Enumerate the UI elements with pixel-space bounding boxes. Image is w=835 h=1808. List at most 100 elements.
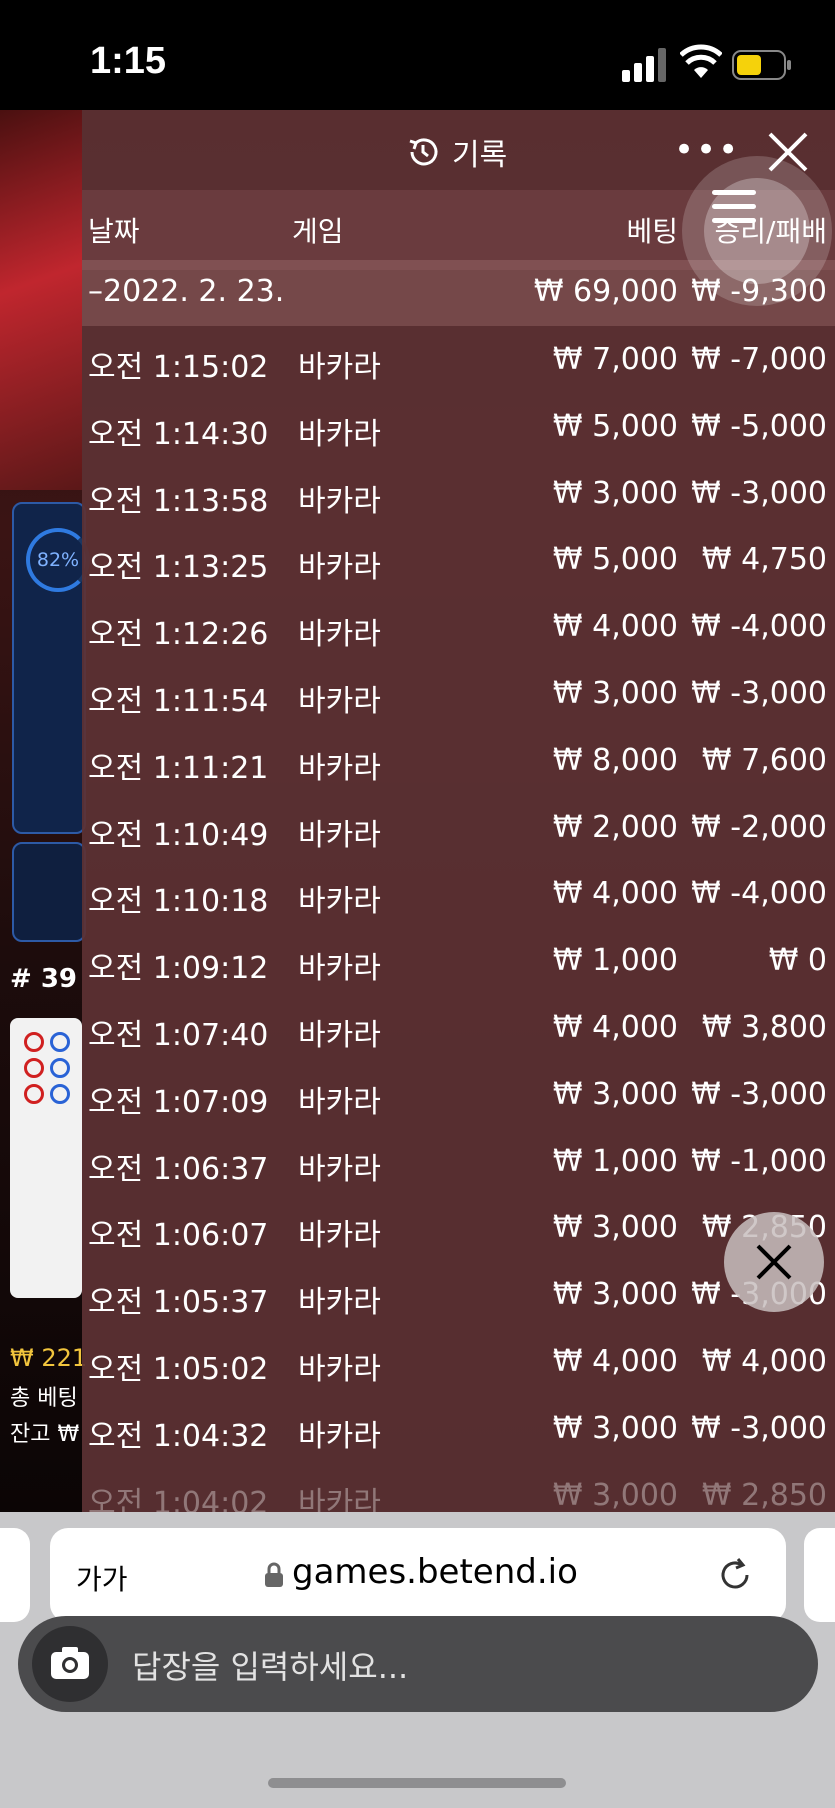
row-bet: ₩ 5,000 — [552, 408, 678, 444]
row-bet: ₩ 5,000 — [552, 542, 678, 578]
reply-input[interactable]: 답장을 입력하세요... — [18, 1616, 818, 1712]
bet-spot[interactable] — [12, 842, 86, 942]
history-title: 기록 — [406, 130, 507, 174]
row-result: ₩ -1,000 — [691, 1143, 827, 1179]
history-row[interactable]: 오전 1:04:02 바카라 ₩ 3,000 ₩ 2,850 — [82, 1462, 835, 1512]
row-game: 바카라 — [298, 550, 381, 586]
row-game: 바카라 — [298, 483, 381, 519]
row-result: ₩ 7,600 — [701, 742, 827, 778]
row-time: 오전 1:13:58 — [88, 483, 269, 519]
row-bet: ₩ 3,000 — [552, 1277, 678, 1313]
history-row[interactable]: 오전 1:13:25 바카라 ₩ 5,000 ₩ 4,750 — [82, 526, 835, 593]
row-bet: ₩ 4,000 — [552, 1343, 678, 1379]
row-result: ₩ -4,000 — [691, 876, 827, 912]
row-result: ₩ 4,750 — [701, 542, 827, 578]
row-game: 바카라 — [298, 416, 381, 452]
row-bet: ₩ 7,000 — [552, 342, 678, 377]
row-bet: ₩ 1,000 — [552, 943, 678, 979]
reload-icon[interactable] — [716, 1556, 754, 1594]
row-time: 오전 1:04:32 — [88, 1418, 269, 1454]
row-time: 오전 1:05:02 — [88, 1351, 269, 1387]
row-game: 바카라 — [298, 884, 381, 920]
history-row[interactable]: 오전 1:07:40 바카라 ₩ 4,000 ₩ 3,800 — [82, 994, 835, 1061]
row-bet: ₩ 3,000 — [552, 1210, 678, 1246]
history-row[interactable]: 오전 1:10:18 바카라 ₩ 4,000 ₩ -4,000 — [82, 860, 835, 927]
lock-icon — [265, 1562, 283, 1587]
row-bet: ₩ 4,000 — [552, 1009, 678, 1045]
row-time: 오전 1:07:40 — [88, 1017, 269, 1053]
floating-close-button[interactable] — [724, 1212, 824, 1312]
row-bet: ₩ 3,000 — [552, 1076, 678, 1112]
history-rows: 오전 1:15:02 바카라 ₩ 7,000 ₩ -7,000 오전 1:14:30 바카… — [82, 326, 835, 1512]
row-bet: ₩ 4,000 — [552, 609, 678, 645]
row-game: 바카라 — [298, 683, 381, 719]
floating-menu-button[interactable] — [682, 156, 832, 306]
row-result: ₩ -7,000 — [691, 342, 827, 377]
row-game: 바카라 — [298, 1084, 381, 1120]
history-row[interactable]: 오전 1:12:26 바카라 ₩ 4,000 ₩ -4,000 — [82, 593, 835, 660]
history-row[interactable]: 오전 1:11:21 바카라 ₩ 8,000 ₩ 7,600 — [82, 727, 835, 794]
column-bet[interactable]: 베팅 — [626, 210, 678, 250]
row-result: ₩ -3,000 — [691, 1410, 827, 1446]
column-date[interactable]: 날짜 — [88, 210, 140, 250]
history-row[interactable]: 오전 1:10:49 바카라 ₩ 2,000 ₩ -2,000 — [82, 794, 835, 861]
row-bet: ₩ 4,000 — [552, 876, 678, 912]
row-game: 바카라 — [298, 1151, 381, 1187]
next-tab[interactable] — [804, 1528, 835, 1622]
history-row[interactable]: 오전 1:04:32 바카라 ₩ 3,000 ₩ -3,000 — [82, 1395, 835, 1462]
row-game: 바카라 — [298, 1285, 381, 1321]
row-time: 오전 1:07:09 — [88, 1084, 269, 1120]
reply-placeholder: 답장을 입력하세요... — [132, 1648, 409, 1686]
row-time: 오전 1:15:02 — [88, 350, 269, 385]
history-row[interactable]: 오전 1:05:02 바카라 ₩ 4,000 ₩ 4,000 — [82, 1328, 835, 1395]
row-result: ₩ 3,800 — [701, 1009, 827, 1045]
balance-label: 잔고 ₩ — [10, 1422, 80, 1447]
row-result: ₩ 4,000 — [701, 1343, 827, 1379]
row-result: ₩ -4,000 — [691, 609, 827, 645]
row-time: 오전 1:06:07 — [88, 1218, 269, 1254]
history-clock-icon — [409, 138, 438, 166]
column-game[interactable]: 게임 — [292, 210, 344, 250]
row-game: 바카라 — [298, 350, 381, 385]
row-game: 바카라 — [298, 1017, 381, 1053]
row-game: 바카라 — [298, 1485, 381, 1512]
row-time: 오전 1:10:49 — [88, 817, 269, 853]
row-bet: ₩ 8,000 — [552, 742, 678, 778]
history-row[interactable]: 오전 1:06:37 바카라 ₩ 1,000 ₩ -1,000 — [82, 1128, 835, 1195]
history-row[interactable]: 오전 1:09:12 바카라 ₩ 1,000 ₩ 0 — [82, 927, 835, 994]
history-row[interactable]: 오전 1:15:02 바카라 ₩ 7,000 ₩ -7,000 — [82, 326, 835, 393]
row-game: 바카라 — [298, 951, 381, 987]
round-number: # 39 — [10, 964, 78, 994]
win-amount: ₩ 221 — [10, 1344, 88, 1372]
prev-tab[interactable] — [0, 1528, 30, 1622]
history-row[interactable]: 오전 1:06:07바카라₩ 3,000₩ 2,850 — [82, 1194, 835, 1261]
home-indicator[interactable] — [268, 1778, 566, 1788]
row-time: 오전 1:12:26 — [88, 617, 269, 653]
row-result: ₩ -3,000 — [691, 1076, 827, 1112]
history-row[interactable]: 오전 1:13:58 바카라 ₩ 3,000 ₩ -3,000 — [82, 460, 835, 527]
url-text[interactable]: games.betend.io — [292, 1552, 578, 1592]
row-result: ₩ -5,000 — [691, 408, 827, 444]
history-row[interactable]: 오전 1:05:37바카라₩ 3,000₩ -3,000 — [82, 1261, 835, 1328]
text-size-button[interactable]: 가가 — [76, 1558, 128, 1598]
history-row[interactable]: 오전 1:14:30 바카라 ₩ 5,000 ₩ -5,000 — [82, 393, 835, 460]
history-title-text: 기록 — [452, 138, 508, 173]
camera-icon — [51, 1647, 89, 1679]
row-time: 오전 1:14:30 — [88, 416, 269, 452]
camera-button[interactable] — [32, 1626, 108, 1702]
row-game: 바카라 — [298, 1418, 381, 1454]
row-bet: ₩ 3,000 — [552, 1410, 678, 1446]
row-time: 오전 1:05:37 — [88, 1285, 269, 1321]
battery-icon — [732, 50, 791, 80]
dealer-video — [0, 110, 82, 490]
row-game: 바카라 — [298, 817, 381, 853]
history-row[interactable]: 오전 1:07:09 바카라 ₩ 3,000 ₩ -3,000 — [82, 1061, 835, 1128]
history-row[interactable]: 오전 1:11:54 바카라 ₩ 3,000 ₩ -3,000 — [82, 660, 835, 727]
row-time: 오전 1:09:12 — [88, 951, 269, 987]
date-group-date: –2022. 2. 23. — [88, 274, 285, 309]
bead-road — [10, 1018, 82, 1298]
address-bar[interactable]: 가가 games.betend.io — [50, 1528, 786, 1622]
close-icon — [756, 1244, 792, 1280]
row-bet: ₩ 1,000 — [552, 1143, 678, 1179]
row-bet: ₩ 3,000 — [552, 675, 678, 711]
